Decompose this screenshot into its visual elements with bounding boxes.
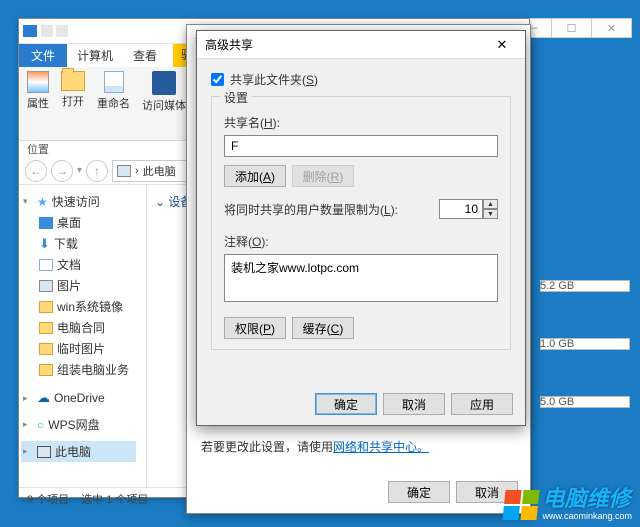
tree-documents[interactable]: 文档 bbox=[21, 254, 144, 275]
tree-folder[interactable]: 电脑合同 bbox=[21, 317, 144, 338]
nav-tree[interactable]: ▾★快速访问 桌面 ⬇下载 文档 图片 win系统镜像 电脑合同 临时图片 组装… bbox=[19, 185, 147, 487]
share-name-input[interactable] bbox=[224, 135, 498, 157]
desktop-icon bbox=[39, 217, 53, 229]
open-icon bbox=[61, 71, 85, 91]
rename-icon bbox=[104, 71, 124, 93]
group-label: 设置 bbox=[220, 89, 252, 106]
properties-icon bbox=[27, 71, 49, 93]
status-selected: 选中 1 个项目 bbox=[81, 491, 148, 507]
breadcrumb[interactable]: 此电脑 bbox=[143, 163, 176, 179]
ribbon-open[interactable]: 打开 bbox=[61, 71, 85, 109]
tree-folder[interactable]: win系统镜像 bbox=[21, 296, 144, 317]
cancel-button[interactable]: 取消 bbox=[383, 393, 445, 415]
notes-input[interactable] bbox=[224, 254, 498, 302]
folder-icon bbox=[39, 343, 53, 355]
ribbon-rename[interactable]: 重命名 bbox=[97, 71, 130, 111]
computer-icon bbox=[23, 25, 37, 37]
ribbon-properties[interactable]: 属性 bbox=[27, 71, 49, 111]
tree-onedrive[interactable]: ▸OneDrive bbox=[21, 388, 144, 408]
maximize-icon[interactable]: ☐ bbox=[552, 18, 592, 38]
watermark-url: www.caominkang.com bbox=[542, 511, 632, 521]
network-center-link[interactable]: 网络和共享中心。 bbox=[333, 440, 429, 454]
apply-button[interactable]: 应用 bbox=[451, 393, 513, 415]
folder-icon bbox=[39, 322, 53, 334]
close-icon[interactable]: ✕ bbox=[487, 35, 517, 55]
remove-button: 删除(R) bbox=[292, 165, 354, 187]
tree-folder[interactable]: 临时图片 bbox=[21, 338, 144, 359]
tree-folder[interactable]: 组装电脑业务 bbox=[21, 359, 144, 380]
watermark-text: 电脑维修 bbox=[542, 486, 630, 511]
spinner-up-icon[interactable]: ▲ bbox=[483, 199, 498, 209]
watermark: 电脑维修 www.caominkang.com bbox=[504, 488, 632, 521]
picture-icon bbox=[39, 280, 53, 292]
adv-titlebar[interactable]: 高级共享 ✕ bbox=[197, 31, 525, 59]
share-name-label: 共享名(H): bbox=[224, 114, 498, 131]
folder-icon bbox=[39, 301, 53, 313]
limit-spinner[interactable]: ▲▼ bbox=[439, 199, 498, 219]
wps-icon bbox=[37, 418, 44, 432]
notes-label: 注释(O): bbox=[224, 233, 498, 250]
chevron-down-icon[interactable]: ▾ bbox=[77, 165, 82, 176]
tab-view[interactable]: 查看 bbox=[123, 44, 167, 67]
qat-icon[interactable] bbox=[41, 25, 53, 37]
props-note: 若要更改此设置，请使用网络和共享中心。 bbox=[201, 438, 516, 455]
spinner-down-icon[interactable]: ▼ bbox=[483, 209, 498, 219]
share-folder-checkbox[interactable]: 共享此文件夹(S) bbox=[211, 71, 511, 88]
ribbon-group-label: 位置 bbox=[27, 141, 49, 157]
add-button[interactable]: 添加(A) bbox=[224, 165, 286, 187]
close-icon[interactable]: ✕ bbox=[592, 18, 632, 38]
tree-quick-access[interactable]: ▾★快速访问 bbox=[21, 191, 144, 212]
caching-button[interactable]: 缓存(C) bbox=[292, 317, 354, 339]
status-count: 9 个项目 bbox=[27, 491, 69, 507]
computer-icon bbox=[37, 446, 51, 458]
tree-pictures[interactable]: 图片 bbox=[21, 275, 144, 296]
tab-file[interactable]: 文件 bbox=[19, 44, 67, 67]
tree-thispc[interactable]: ▸此电脑 bbox=[21, 441, 136, 462]
ribbon-media[interactable]: 访问媒体 bbox=[142, 71, 186, 113]
tree-wps[interactable]: ▸WPS网盘 bbox=[21, 414, 144, 435]
props-ok-button[interactable]: 确定 bbox=[388, 481, 450, 503]
star-icon: ★ bbox=[37, 195, 48, 209]
permissions-button[interactable]: 权限(P) bbox=[224, 317, 286, 339]
folder-icon bbox=[39, 364, 53, 376]
tab-computer[interactable]: 计算机 bbox=[67, 44, 123, 67]
tree-desktop[interactable]: 桌面 bbox=[21, 212, 144, 233]
bg-drive-info: 5.2 GB 1.0 GB 5.0 GB bbox=[540, 280, 630, 454]
nav-up[interactable]: ↑ bbox=[86, 160, 108, 182]
cloud-icon bbox=[37, 390, 50, 406]
nav-fwd: → bbox=[51, 160, 73, 182]
settings-group: 设置 共享名(H): 添加(A) 删除(R) 将同时共享的用户数量限制为(L):… bbox=[211, 96, 511, 350]
limit-input[interactable] bbox=[439, 199, 483, 219]
limit-label: 将同时共享的用户数量限制为(L): bbox=[224, 201, 398, 218]
ok-button[interactable]: 确定 bbox=[315, 393, 377, 415]
qat-icon[interactable] bbox=[56, 25, 68, 37]
computer-icon bbox=[117, 165, 131, 177]
nav-back[interactable]: ← bbox=[25, 160, 47, 182]
media-icon bbox=[152, 71, 176, 95]
document-icon bbox=[39, 259, 53, 271]
dialog-title: 高级共享 bbox=[205, 36, 253, 53]
advanced-sharing-dialog: 高级共享 ✕ 共享此文件夹(S) 设置 共享名(H): 添加(A) 删除(R) … bbox=[196, 30, 526, 426]
download-icon: ⬇ bbox=[39, 236, 50, 252]
share-checkbox-input[interactable] bbox=[211, 73, 224, 86]
tree-downloads[interactable]: ⬇下载 bbox=[21, 233, 144, 254]
windows-flag-icon bbox=[503, 490, 540, 520]
